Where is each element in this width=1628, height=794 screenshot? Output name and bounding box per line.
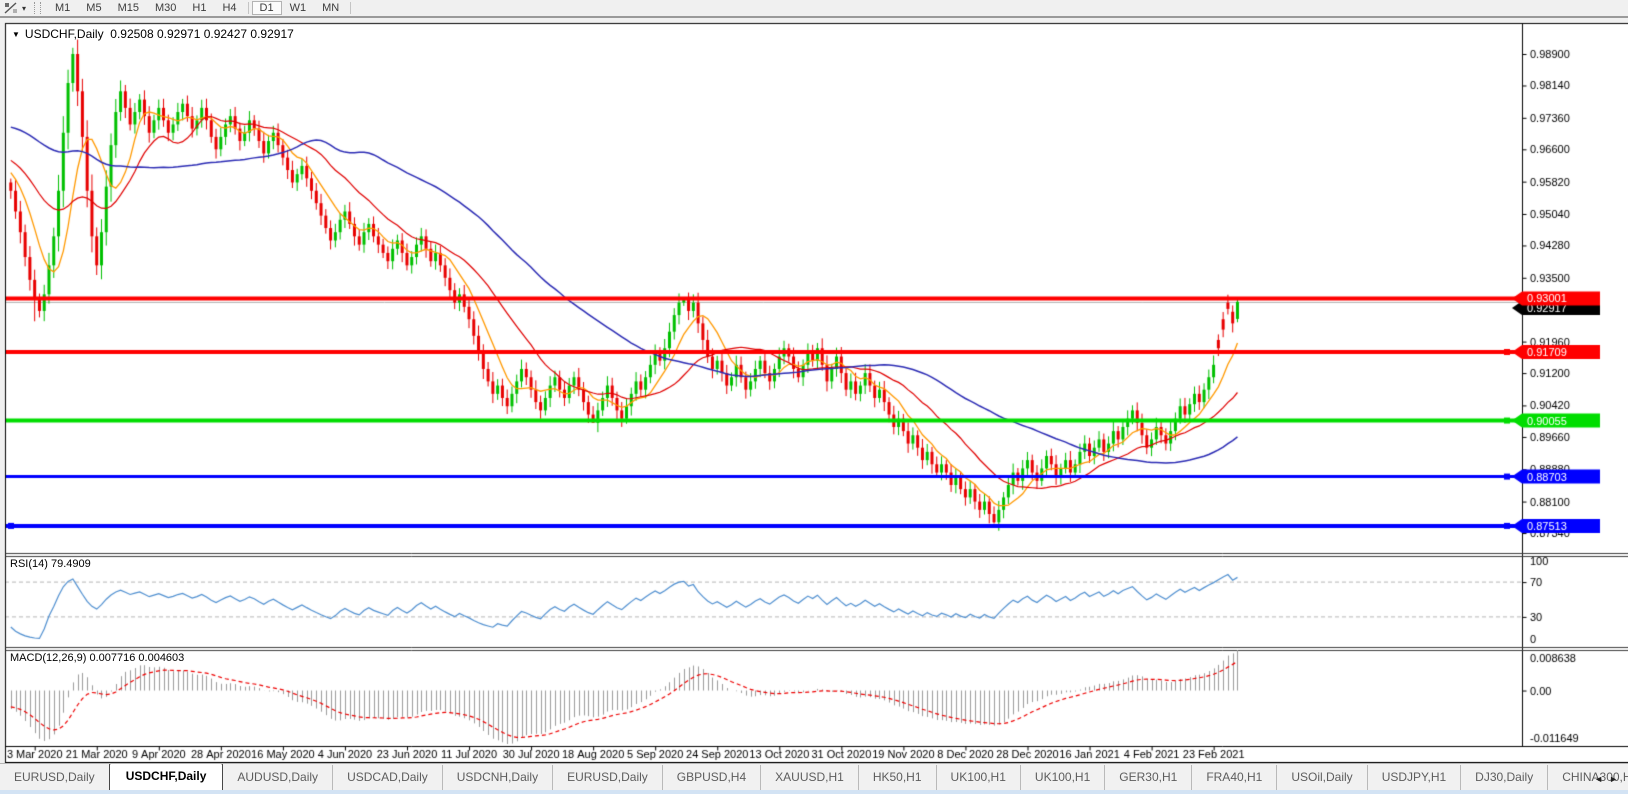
chart-title-symbol: USDCHF,Daily <box>25 27 104 41</box>
timeframe-button-h1[interactable]: H1 <box>184 1 214 15</box>
timeframe-button-w1[interactable]: W1 <box>282 1 315 15</box>
chart-tab-hk50-h1[interactable]: HK50,H1 <box>858 765 936 790</box>
chart-tab-usdjpy-h1[interactable]: USDJPY,H1 <box>1367 765 1460 790</box>
tool-dropdown-caret-icon[interactable]: ▾ <box>22 4 26 13</box>
timeframe-button-m15[interactable]: M15 <box>110 1 147 15</box>
rsi-indicator-label: RSI(14) 79.4909 <box>10 558 91 570</box>
timeframe-button-m5[interactable]: M5 <box>78 1 109 15</box>
mt4-chart-window: ▾ M1M5M15M30H1H4 D1W1MN ▼ USDCHF,Daily 0.9… <box>0 0 1628 794</box>
chart-tab-uk100-h1[interactable]: UK100,H1 <box>1020 765 1104 790</box>
timeframe-buttons: M1M5M15M30H1H4 D1W1MN <box>47 1 354 15</box>
chart-title-ohlc: 0.92508 0.92971 0.92427 0.92917 <box>110 27 294 41</box>
chart-tab-audusd-daily[interactable]: AUDUSD,Daily <box>223 765 332 790</box>
toolbar-separator <box>248 2 249 14</box>
chart-tab-eurusd-daily[interactable]: EURUSD,Daily <box>552 765 662 790</box>
macd-indicator-label: MACD(12,26,9) 0.007716 0.004603 <box>10 652 184 664</box>
toolbar-separator <box>350 2 351 14</box>
chart-tabs: EURUSD,DailyUSDCHF,DailyAUDUSD,DailyUSDC… <box>0 763 1628 790</box>
chart-tab-fra40-h1[interactable]: FRA40,H1 <box>1191 765 1276 790</box>
timeframe-button-h4[interactable]: H4 <box>214 1 244 15</box>
chart-tab-usdcad-daily[interactable]: USDCAD,Daily <box>332 765 442 790</box>
chart-tab-usdcnh-daily[interactable]: USDCNH,Daily <box>442 765 552 790</box>
chart-tab-xauusd-h1[interactable]: XAUUSD,H1 <box>760 765 858 790</box>
collapse-triangle-icon[interactable]: ▼ <box>12 30 20 39</box>
tab-scroll-arrows[interactable]: ◄► <box>1594 774 1624 784</box>
chart-tab-bar: EURUSD,DailyUSDCHF,DailyAUDUSD,DailyUSDC… <box>0 763 1628 790</box>
chart-tab-usdchf-daily[interactable]: USDCHF,Daily <box>109 763 224 790</box>
timeframe-button-m30[interactable]: M30 <box>147 1 184 15</box>
chart-tab-ger30-h1[interactable]: GER30,H1 <box>1104 765 1191 790</box>
tab-scroll-left-icon[interactable]: ◄ <box>1594 774 1609 784</box>
chart-tab-uk100-h1[interactable]: UK100,H1 <box>936 765 1020 790</box>
timeframe-toolbar: ▾ M1M5M15M30H1H4 D1W1MN <box>0 0 1628 18</box>
price-chart-canvas[interactable] <box>0 0 1628 794</box>
timeframe-button-d1[interactable]: D1 <box>252 1 282 15</box>
tab-scroll-right-icon[interactable]: ► <box>1609 774 1624 784</box>
chart-tab-usoil-daily[interactable]: USOil,Daily <box>1276 765 1366 790</box>
chart-tab-gbpusd-h4[interactable]: GBPUSD,H4 <box>662 765 760 790</box>
chart-tab-eurusd-daily[interactable]: EURUSD,Daily <box>0 765 109 790</box>
status-strip <box>0 790 1628 794</box>
chart-tab-dj30-daily[interactable]: DJ30,Daily <box>1460 765 1547 790</box>
toolbar-grip[interactable] <box>34 2 41 14</box>
timeframe-button-mn[interactable]: MN <box>314 1 347 15</box>
timeframe-button-m1[interactable]: M1 <box>47 1 78 15</box>
chart-title: ▼ USDCHF,Daily 0.92508 0.92971 0.92427 0.… <box>12 27 294 41</box>
crosshair-tool-icon[interactable] <box>2 1 20 15</box>
